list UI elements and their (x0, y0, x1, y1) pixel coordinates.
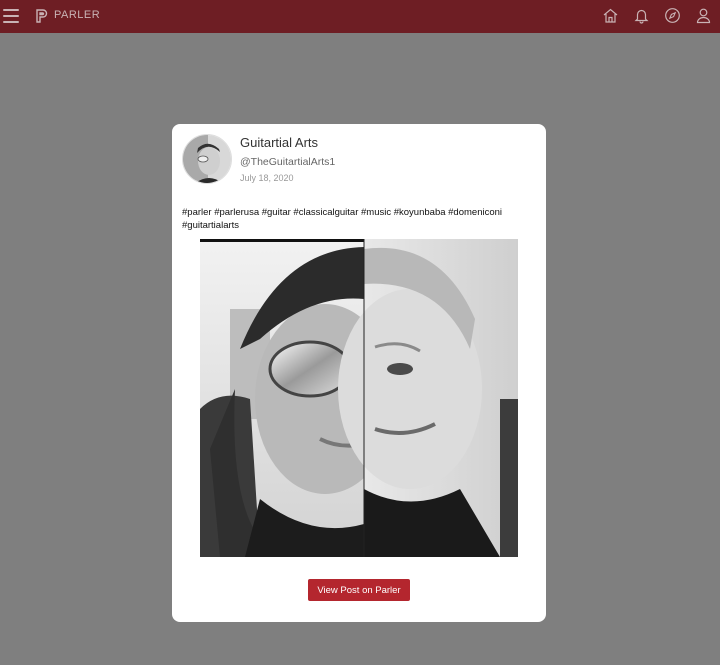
post-date: July 18, 2020 (240, 173, 294, 183)
brand-name[interactable]: PARLER (54, 9, 100, 21)
avatar-image (183, 135, 231, 183)
parler-logo-icon[interactable] (36, 9, 48, 23)
post-image[interactable] (200, 239, 518, 557)
menu-icon[interactable] (3, 9, 19, 23)
author-handle[interactable]: @TheGuitartialArts1 (240, 156, 335, 168)
post-image-art (200, 239, 518, 557)
bell-icon[interactable] (633, 7, 650, 24)
top-nav-icons (602, 7, 712, 24)
view-post-button[interactable]: View Post on Parler (308, 579, 410, 601)
home-icon[interactable] (602, 7, 619, 24)
post-card: Guitartial Arts @TheGuitartialArts1 July… (172, 124, 546, 622)
author-name[interactable]: Guitartial Arts (240, 135, 318, 150)
post-text: #parler #parlerusa #guitar #classicalgui… (182, 207, 503, 232)
user-icon[interactable] (695, 7, 712, 24)
compass-icon[interactable] (664, 7, 681, 24)
top-navigation-bar: PARLER (0, 0, 720, 33)
author-avatar[interactable] (182, 134, 232, 184)
